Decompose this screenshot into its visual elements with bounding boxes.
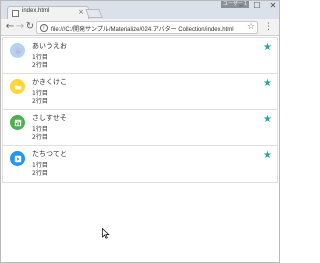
window-controls: – ☐ ✕ bbox=[237, 2, 277, 10]
item-line-2: 2行目 bbox=[32, 134, 48, 141]
address-bar[interactable]: i file:///C:/開発サンプル/Materialize/024.アバター… bbox=[36, 21, 258, 34]
image-icon bbox=[10, 43, 25, 58]
list-item[interactable]: かきくけこ 1行目 2行目 ★ bbox=[3, 74, 277, 110]
menu-icon[interactable]: ⋮ bbox=[264, 21, 273, 33]
browser-toolbar: ← → ↻ i file:///C:/開発サンプル/Materialize/02… bbox=[1, 19, 279, 36]
new-tab-button[interactable] bbox=[85, 9, 103, 18]
url-text[interactable]: file:///C:/開発サンプル/Materialize/024.アバター C… bbox=[51, 24, 234, 33]
star-icon[interactable]: ★ bbox=[263, 42, 272, 54]
star-icon[interactable]: ★ bbox=[263, 78, 272, 90]
list-item[interactable]: さしすせそ 1行目 2行目 ★ bbox=[3, 110, 277, 146]
insert-chart-icon bbox=[10, 115, 25, 130]
maximize-icon[interactable]: ☐ bbox=[253, 2, 261, 10]
list-item[interactable]: たちつてと 1行目 2行目 ★ bbox=[3, 146, 277, 182]
tab-close-icon[interactable]: × bbox=[78, 8, 84, 17]
avatar-collection: あいうえお 1行目 2行目 ★ かきくけこ 1行目 2行目 ★ さしすせそ 1行 bbox=[2, 37, 278, 183]
play-arrow-icon bbox=[10, 151, 25, 166]
info-icon[interactable]: i bbox=[40, 24, 48, 32]
item-line-2: 2行目 bbox=[32, 98, 48, 105]
item-line-2: 2行目 bbox=[32, 62, 48, 69]
star-icon[interactable]: ★ bbox=[263, 150, 272, 162]
item-title: あいうえお bbox=[32, 42, 67, 50]
item-title: かきくけこ bbox=[32, 78, 67, 86]
item-title: たちつてと bbox=[32, 150, 67, 158]
item-line-2: 2行目 bbox=[32, 170, 48, 177]
tab-title: index.html bbox=[22, 8, 50, 14]
page-content: あいうえお 1行目 2行目 ★ かきくけこ 1行目 2行目 ★ さしすせそ 1行 bbox=[1, 37, 279, 262]
tab-index-html[interactable]: index.html × bbox=[7, 6, 89, 19]
reload-icon[interactable]: ↻ bbox=[24, 21, 36, 33]
item-title: さしすせそ bbox=[32, 114, 67, 122]
minimize-icon[interactable]: – bbox=[237, 2, 245, 10]
folder-icon bbox=[10, 79, 25, 94]
close-icon[interactable]: ✕ bbox=[269, 2, 277, 10]
page-icon bbox=[12, 10, 19, 17]
title-bar: index.html × ユーザー 1 – ☐ ✕ bbox=[1, 1, 279, 19]
browser-window: index.html × ユーザー 1 – ☐ ✕ ← → ↻ i file:/… bbox=[0, 0, 280, 263]
list-item[interactable]: あいうえお 1行目 2行目 ★ bbox=[3, 38, 277, 74]
mouse-cursor-icon bbox=[102, 228, 110, 239]
star-icon[interactable]: ★ bbox=[263, 114, 272, 126]
bookmark-star-icon[interactable]: ☆ bbox=[247, 22, 255, 33]
